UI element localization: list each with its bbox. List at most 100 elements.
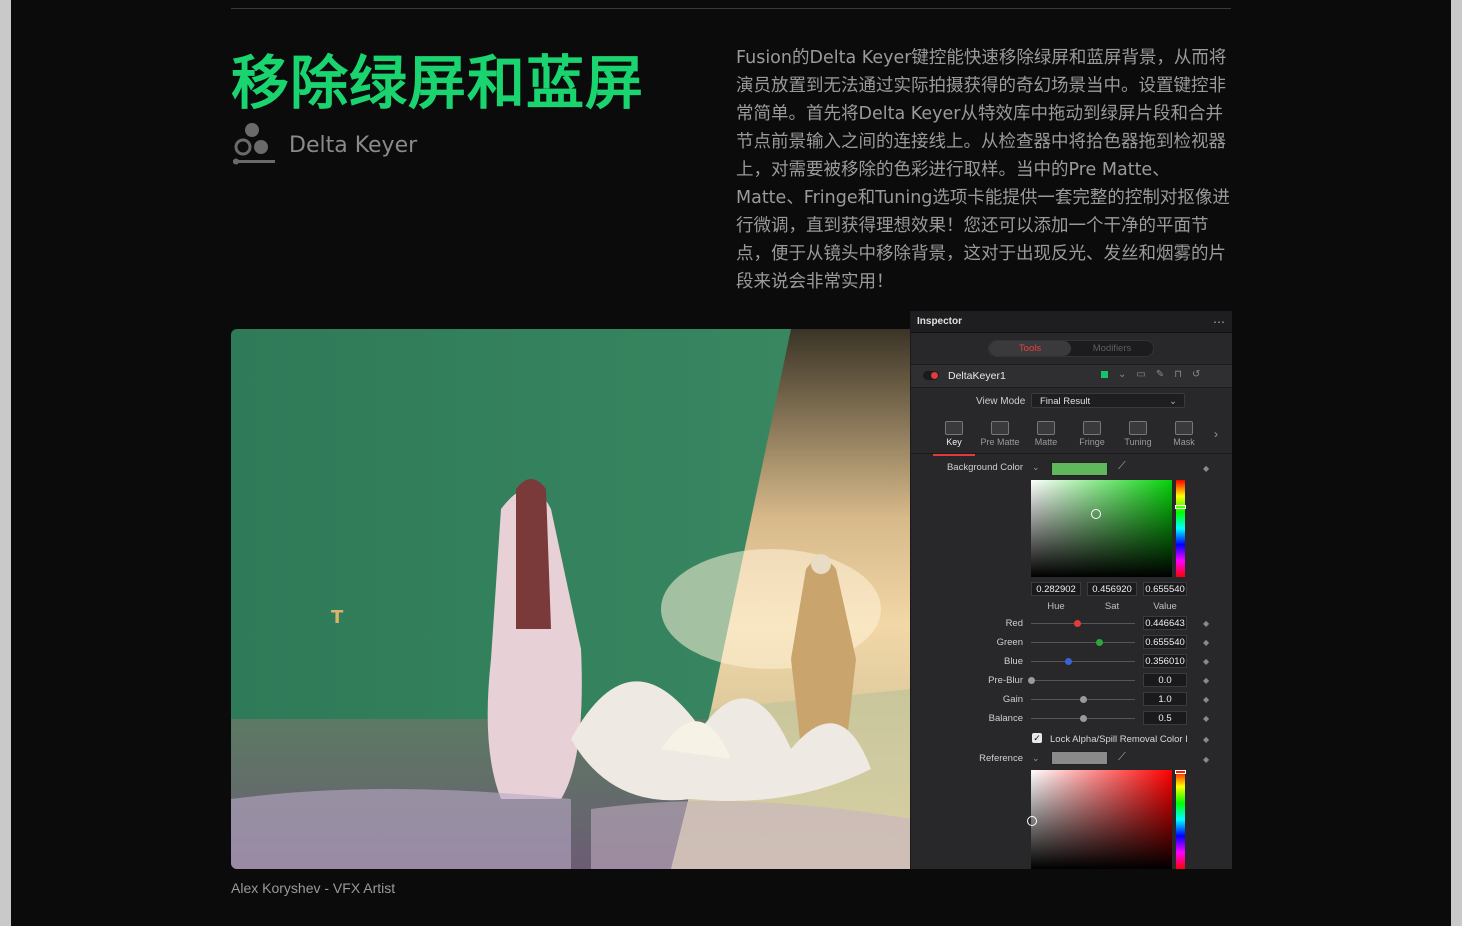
param-slider[interactable] — [1031, 715, 1135, 722]
slider-knob[interactable] — [1074, 620, 1082, 627]
eyedropper-icon[interactable]: ⟋ — [1118, 460, 1126, 473]
tab-label: Key — [946, 437, 962, 447]
more-options-icon[interactable]: ⋯ — [1213, 315, 1226, 329]
lock-alpha-label: Lock Alpha/Spill Removal Color I — [1050, 734, 1188, 745]
tab-mask[interactable]: Mask — [1161, 419, 1207, 453]
slider-knob[interactable] — [1096, 639, 1104, 646]
delta-keyer-icon — [231, 120, 277, 171]
green-screen-comparison-image: T — [231, 329, 911, 869]
param-value-input[interactable]: 0.446643 — [1143, 616, 1187, 630]
keyframe-icon[interactable]: ◆ — [1203, 735, 1209, 744]
lock-icon[interactable]: ⊓ — [1174, 369, 1182, 380]
param-label: Balance — [988, 713, 1023, 724]
param-slider[interactable] — [1031, 639, 1135, 646]
tool-badge: Delta Keyer — [231, 120, 417, 171]
keyframe-icon[interactable]: ◆ — [1203, 619, 1209, 628]
hue-slider[interactable] — [1176, 480, 1185, 577]
slider-knob[interactable] — [1028, 677, 1035, 684]
image-credit: Alex Koryshev - VFX Artist — [231, 880, 396, 896]
value-label: Value — [1153, 601, 1177, 612]
matte-icon — [1037, 421, 1055, 435]
reference-hue-marker[interactable] — [1175, 770, 1186, 774]
keyframe-icon[interactable]: ◆ — [1203, 755, 1209, 764]
param-value-input[interactable]: 1.0 — [1143, 692, 1187, 706]
tab-tools[interactable]: Tools — [989, 341, 1071, 356]
sat-input[interactable]: 0.456920 — [1087, 582, 1137, 596]
tab-fringe[interactable]: Fringe — [1069, 419, 1115, 453]
tools-modifiers-toggle: Tools Modifiers — [988, 340, 1154, 357]
keyframe-icon[interactable]: ◆ — [1203, 657, 1209, 666]
inspector-panel: Inspector ⋯ Tools Modifiers DeltaKeyer1 … — [910, 311, 1232, 869]
param-value-input[interactable]: 0.0 — [1143, 673, 1187, 687]
keyframe-icon[interactable]: ◆ — [1203, 676, 1209, 685]
tab-label: Matte — [1034, 437, 1058, 447]
tuning-icon — [1129, 421, 1147, 435]
photo-overlay-mark: T — [331, 607, 344, 628]
tool-name: Delta Keyer — [289, 133, 418, 158]
tab-key[interactable]: Key — [931, 419, 977, 456]
reference-color-swatch[interactable] — [1051, 751, 1108, 765]
param-value-input[interactable]: 0.356010 — [1143, 654, 1187, 668]
color-picker-cursor[interactable] — [1091, 509, 1101, 519]
chevron-down-icon[interactable]: ⌄ — [1118, 369, 1126, 380]
tab-modifiers[interactable]: Modifiers — [1071, 341, 1153, 356]
param-slider[interactable] — [1031, 658, 1135, 665]
background-color-swatch[interactable] — [1051, 462, 1108, 476]
param-label: Gain — [1002, 694, 1023, 705]
param-slider[interactable] — [1028, 677, 1135, 684]
keyframe-icon[interactable]: ◆ — [1203, 695, 1209, 704]
lock-alpha-checkbox[interactable]: ✓ — [1032, 733, 1042, 743]
param-value-input[interactable]: 0.655540 — [1143, 635, 1187, 649]
slider-knob[interactable] — [1080, 696, 1087, 703]
version-icon[interactable]: ▭ — [1136, 369, 1145, 380]
fringe-icon — [1083, 421, 1101, 435]
keyframe-icon[interactable]: ◆ — [1203, 464, 1209, 473]
chevron-down-icon[interactable]: ⌄ — [1032, 753, 1040, 764]
node-enable-toggle[interactable] — [923, 371, 939, 380]
keyframe-icon[interactable]: ◆ — [1203, 638, 1209, 647]
eyedropper-icon[interactable]: ⟋ — [1118, 751, 1126, 764]
keyframe-icon[interactable]: ◆ — [1203, 714, 1209, 723]
param-value-input[interactable]: 0.5 — [1143, 711, 1187, 725]
pre-matte-icon — [991, 421, 1009, 435]
node-color-icon[interactable] — [1101, 371, 1108, 378]
slider-knob[interactable] — [1080, 715, 1087, 722]
divider — [911, 453, 1232, 454]
top-divider — [231, 8, 1231, 9]
page-title: 移除绿屏和蓝屏 — [231, 49, 645, 117]
reference-picker-cursor[interactable] — [1027, 816, 1037, 826]
key-icon — [945, 421, 963, 435]
node-header: DeltaKeyer1 ⌄ ▭ ✎ ⊓ ↺ — [911, 364, 1232, 388]
chevron-right-icon[interactable]: › — [1214, 427, 1218, 441]
tab-tuning[interactable]: Tuning — [1115, 419, 1161, 453]
inspector-title: Inspector — [917, 316, 963, 327]
value-input[interactable]: 0.655540 — [1143, 582, 1187, 596]
page: 移除绿屏和蓝屏 Delta Keyer Fusion的Delta Keyer键控… — [11, 0, 1451, 926]
param-slider[interactable] — [1031, 620, 1135, 627]
tab-label: Pre Matte — [980, 437, 1020, 447]
hue-input[interactable]: 0.282902 — [1031, 582, 1081, 596]
mask-icon — [1175, 421, 1193, 435]
reset-icon[interactable]: ↺ — [1192, 369, 1200, 380]
reference-hue-slider[interactable] — [1176, 770, 1185, 869]
tab-label: Tuning — [1124, 437, 1152, 447]
chevron-down-icon: ⌄ — [1169, 396, 1177, 407]
inspector-header: Inspector ⋯ — [911, 311, 1232, 333]
view-mode-value: Final Result — [1040, 396, 1091, 407]
reference-label: Reference — [979, 753, 1023, 764]
hue-label: Hue — [1047, 601, 1065, 612]
keyer-tabs: Key Pre Matte Matte Fringe Tuning Mask — [931, 419, 1221, 456]
slider-knob[interactable] — [1065, 658, 1073, 665]
node-tools: ⌄ ▭ ✎ ⊓ ↺ — [1101, 369, 1200, 380]
view-mode-select[interactable]: Final Result ⌄ — [1031, 393, 1185, 408]
param-label: Red — [1005, 618, 1023, 629]
color-picker-saturation-value[interactable] — [1031, 480, 1172, 577]
pin-icon[interactable]: ✎ — [1156, 369, 1164, 380]
tab-label: Mask — [1173, 437, 1195, 447]
reference-color-picker[interactable] — [1031, 770, 1172, 869]
chevron-down-icon[interactable]: ⌄ — [1032, 462, 1040, 473]
hue-slider-marker[interactable] — [1175, 505, 1186, 509]
tab-matte[interactable]: Matte — [1023, 419, 1069, 453]
tab-pre-matte[interactable]: Pre Matte — [977, 419, 1023, 453]
param-slider[interactable] — [1031, 696, 1135, 703]
